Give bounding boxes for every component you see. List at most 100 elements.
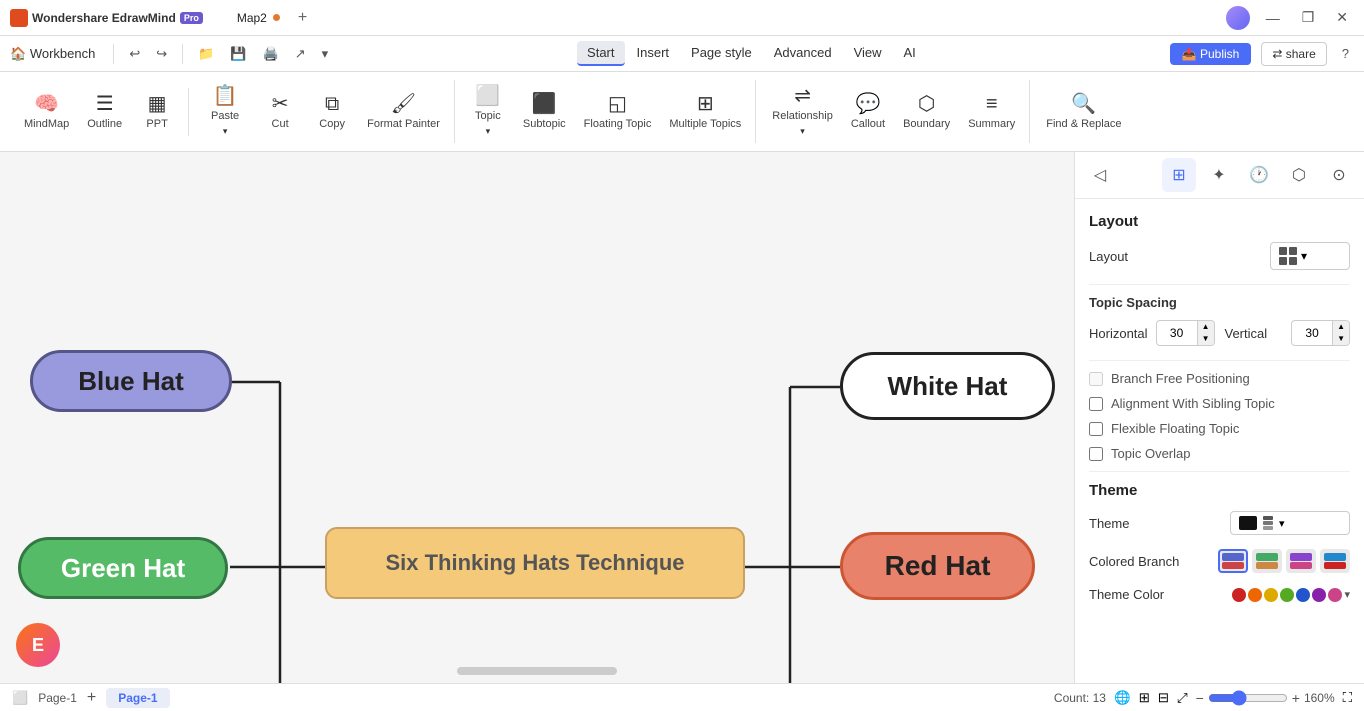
branch-option-1[interactable]	[1218, 549, 1248, 573]
vertical-input[interactable]: 30 ▲ ▼	[1291, 320, 1350, 346]
color-yellow[interactable]	[1264, 588, 1278, 602]
topic-button[interactable]: ⬜ Topic ▾	[463, 80, 513, 143]
horizontal-value[interactable]: 30	[1157, 323, 1197, 343]
publish-button[interactable]: 📤 Publish	[1170, 43, 1252, 65]
callout-button[interactable]: 💬 Callout	[843, 88, 893, 136]
branch-free-checkbox[interactable]	[1089, 372, 1103, 386]
central-node[interactable]: Six Thinking Hats Technique	[325, 527, 745, 599]
menu-page-style[interactable]: Page style	[681, 41, 762, 66]
branch-option-2[interactable]	[1252, 549, 1282, 573]
user-avatar[interactable]	[1226, 6, 1250, 30]
print-button[interactable]: 🖨️	[258, 44, 284, 64]
alignment-checkbox[interactable]	[1089, 397, 1103, 411]
add-page-button[interactable]: +	[87, 689, 96, 707]
undo-button[interactable]: ↩	[124, 44, 145, 64]
canvas[interactable]: Six Thinking Hats Technique Blue Hat Gre…	[0, 152, 1074, 683]
branch-option-3[interactable]	[1286, 549, 1316, 573]
maximize-button[interactable]: ❐	[1296, 7, 1321, 28]
menu-advanced[interactable]: Advanced	[764, 41, 842, 66]
topic-spacing-label: Topic Spacing	[1089, 295, 1350, 310]
summary-button[interactable]: ≡ Summary	[960, 88, 1023, 136]
zoom-in-button[interactable]: +	[1292, 690, 1300, 706]
workbench-label[interactable]: 🏠 Workbench	[10, 46, 95, 62]
menu-insert[interactable]: Insert	[627, 41, 680, 66]
vertical-down[interactable]: ▼	[1332, 333, 1349, 345]
find-replace-button[interactable]: 🔍 Find & Replace	[1038, 88, 1129, 136]
panel-collapse-button[interactable]: ◁	[1083, 158, 1117, 192]
tab-map2[interactable]: Map2	[223, 7, 294, 29]
outline-button[interactable]: ☰ Outline	[79, 88, 130, 136]
color-purple[interactable]	[1312, 588, 1326, 602]
find-group: 🔍 Find & Replace	[1032, 88, 1135, 136]
layout-select[interactable]: ▾	[1270, 242, 1350, 270]
vertical-up[interactable]: ▲	[1332, 321, 1349, 333]
tab-label: Map2	[237, 11, 267, 25]
theme-section-title: Theme	[1089, 482, 1350, 499]
status-icon-1[interactable]: 🌐	[1114, 690, 1131, 706]
color-pink[interactable]	[1328, 588, 1342, 602]
color-orange[interactable]	[1248, 588, 1262, 602]
panel-tab-more[interactable]: ⊙	[1322, 158, 1356, 192]
help-button[interactable]: ?	[1337, 44, 1354, 63]
panel-tab-theme[interactable]: ⬡	[1282, 158, 1316, 192]
format-painter-button[interactable]: 🖌 Format Painter	[359, 88, 448, 136]
horizontal-arrows: ▲ ▼	[1197, 321, 1214, 345]
menu-ai[interactable]: AI	[894, 41, 926, 66]
floating-topic-button[interactable]: ◱ Floating Topic	[576, 88, 660, 136]
copy-button[interactable]: ⧉ Copy	[307, 88, 357, 136]
status-bar-right: Count: 13 🌐 ⊞ ⊟ ⤢ − + 160% ⛶	[1054, 690, 1352, 706]
minimize-button[interactable]: —	[1260, 8, 1286, 28]
page-tab-1[interactable]: Page-1	[106, 688, 169, 708]
theme-color-strip[interactable]: ▾	[1232, 588, 1350, 602]
node-green-hat-label: Green Hat	[61, 553, 185, 584]
close-button[interactable]: ✕	[1330, 7, 1354, 28]
save-button[interactable]: 💾	[225, 44, 251, 64]
horizontal-up[interactable]: ▲	[1197, 321, 1214, 333]
toggle-panel-button[interactable]: ⬜	[12, 690, 28, 706]
paste-button[interactable]: 📋 Paste ▾	[197, 80, 253, 143]
menu-view[interactable]: View	[844, 41, 892, 66]
horizontal-input[interactable]: 30 ▲ ▼	[1156, 320, 1215, 346]
node-blue-hat[interactable]: Blue Hat	[30, 350, 232, 412]
mindmap-button[interactable]: 🧠 MindMap	[16, 88, 77, 136]
ppt-button[interactable]: ▦ PPT	[132, 88, 182, 136]
color-red[interactable]	[1232, 588, 1246, 602]
divider-3	[1089, 471, 1350, 472]
overlap-checkbox[interactable]	[1089, 447, 1103, 461]
zoom-out-button[interactable]: −	[1196, 690, 1204, 706]
branch-option-4[interactable]	[1320, 549, 1350, 573]
node-green-hat[interactable]: Green Hat	[18, 537, 228, 599]
panel-tab-history[interactable]: 🕐	[1242, 158, 1276, 192]
export-button[interactable]: ↗	[290, 44, 311, 64]
more-tools-button[interactable]: ▾	[317, 44, 334, 64]
relationship-button[interactable]: ⇌ Relationship ▾	[764, 80, 841, 143]
fit-page-button[interactable]: ⤢	[1177, 690, 1188, 706]
status-icon-2[interactable]: ⊞	[1139, 690, 1150, 706]
node-red-hat[interactable]: Red Hat	[840, 532, 1035, 600]
add-tab-button[interactable]: +	[298, 9, 307, 27]
vertical-value[interactable]: 30	[1292, 323, 1332, 343]
open-button[interactable]: 📁	[193, 44, 219, 64]
status-icon-3[interactable]: ⊟	[1158, 690, 1169, 706]
horizontal-down[interactable]: ▼	[1197, 333, 1214, 345]
theme-preview[interactable]: ▾	[1230, 511, 1350, 535]
color-blue[interactable]	[1296, 588, 1310, 602]
app-name: Wondershare EdrawMind	[32, 11, 176, 25]
cut-button[interactable]: ✂ Cut	[255, 88, 305, 136]
subtopic-button[interactable]: ⬛ Subtopic	[515, 88, 574, 136]
menu-start[interactable]: Start	[577, 41, 624, 66]
panel-tab-style[interactable]: ✦	[1202, 158, 1236, 192]
fullscreen-button[interactable]: ⛶	[1343, 690, 1352, 706]
central-node-label: Six Thinking Hats Technique	[385, 550, 684, 576]
horizontal-scrollbar[interactable]	[457, 667, 617, 675]
zoom-slider[interactable]	[1208, 690, 1288, 706]
redo-button[interactable]: ↪	[151, 44, 172, 64]
panel-tab-layout[interactable]: ⊞	[1162, 158, 1196, 192]
divider-2	[1089, 360, 1350, 361]
share-button[interactable]: ⇄ share	[1261, 42, 1326, 66]
boundary-button[interactable]: ⬡ Boundary	[895, 88, 958, 136]
color-green[interactable]	[1280, 588, 1294, 602]
node-white-hat[interactable]: White Hat	[840, 352, 1055, 420]
multiple-topics-button[interactable]: ⊞ Multiple Topics	[661, 88, 749, 136]
flexible-checkbox[interactable]	[1089, 422, 1103, 436]
